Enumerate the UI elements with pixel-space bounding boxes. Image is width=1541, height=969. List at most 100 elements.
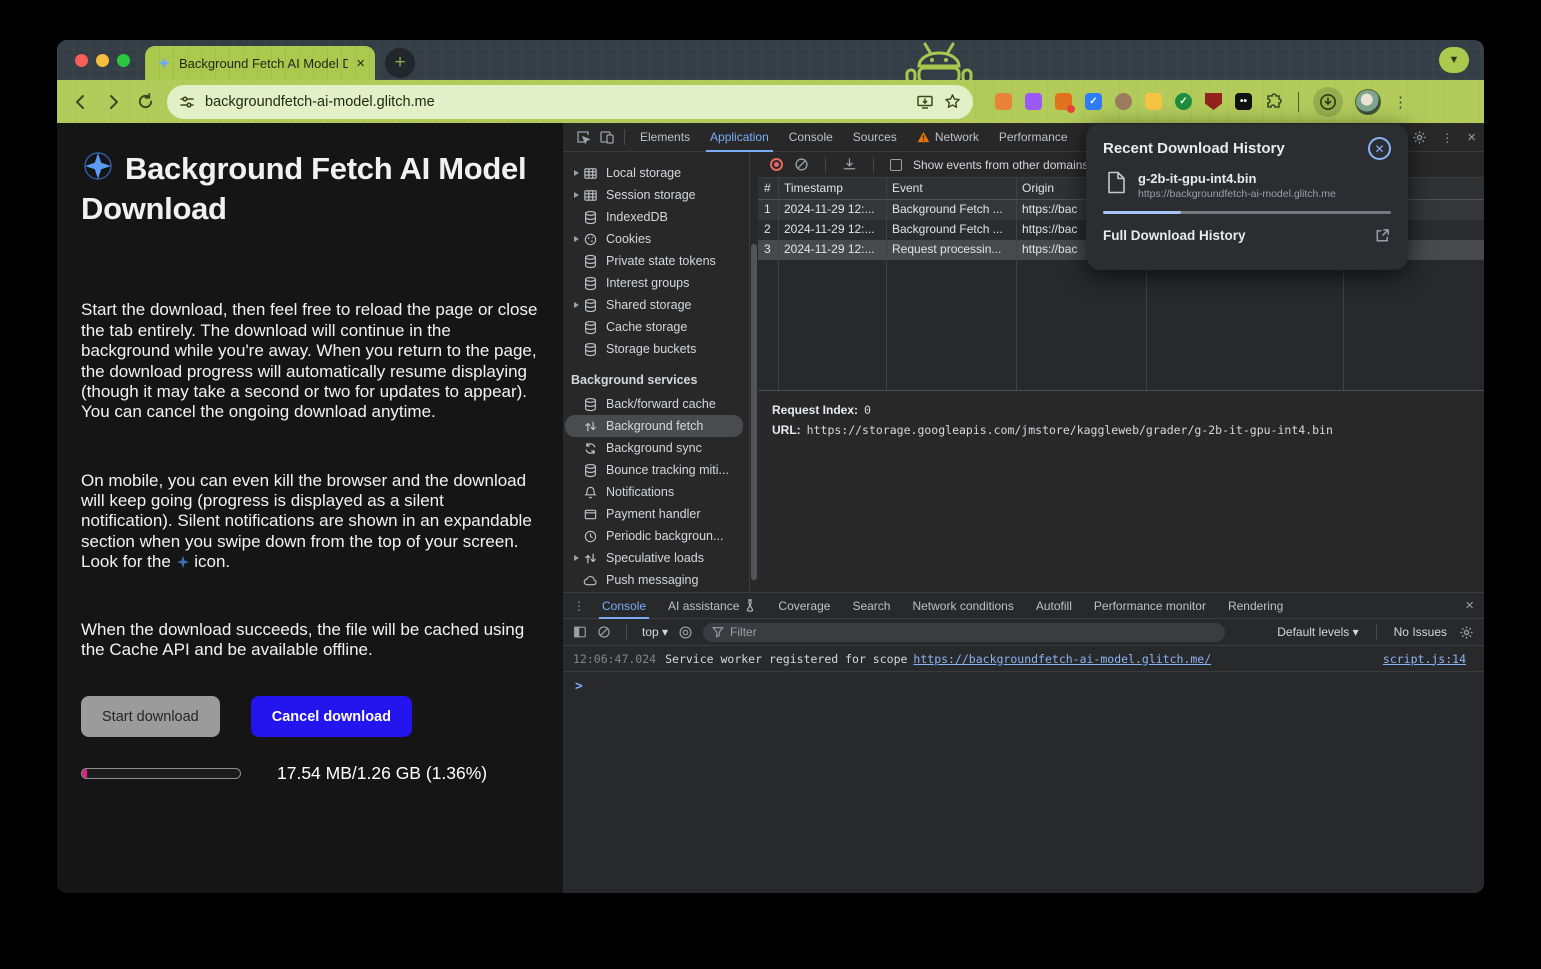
start-download-button[interactable]: Start download [81, 696, 220, 737]
sidebar-item-back-forward-cache[interactable]: Back/forward cache [565, 393, 743, 415]
drawer-tab-coverage[interactable]: Coverage [767, 593, 841, 619]
expander-triangle-icon[interactable] [569, 192, 583, 198]
extension-monkey-icon[interactable] [1115, 93, 1132, 110]
default-levels-dropdown[interactable]: Default levels ▾ [1277, 625, 1358, 639]
devtools-tab-sources[interactable]: Sources [843, 123, 907, 152]
minimize-window-button[interactable] [96, 54, 109, 67]
devtools-menu-icon[interactable]: ⋮ [1441, 131, 1453, 145]
profile-avatar[interactable] [1355, 89, 1381, 115]
cloud-icon [583, 572, 599, 588]
drawer-tab-network-conditions[interactable]: Network conditions [901, 593, 1024, 619]
devtools-tab-application[interactable]: Application [700, 123, 779, 152]
new-tab-button[interactable]: + [385, 48, 415, 78]
column-header-event[interactable]: Event [886, 178, 1016, 199]
sidebar-item-bounce-tracking-miti[interactable]: Bounce tracking miti... [565, 459, 743, 481]
sidebar-item-private-state-tokens[interactable]: Private state tokens [565, 250, 743, 272]
sidebar-item-background-sync[interactable]: Background sync [565, 437, 743, 459]
sidebar-item-shared-storage[interactable]: Shared storage [565, 294, 743, 316]
extension-construction-icon[interactable] [1145, 93, 1162, 110]
sidebar-item-speculative-loads[interactable]: Speculative loads [565, 547, 743, 569]
show-events-checkbox[interactable] [890, 159, 902, 171]
extension-orange-boxes-icon[interactable] [1055, 93, 1072, 110]
clear-console-icon[interactable] [597, 625, 611, 639]
drawer-close-icon[interactable]: × [1465, 598, 1474, 613]
console-filter-input[interactable]: Filter [703, 623, 1225, 642]
console-settings-gear-icon[interactable] [1459, 625, 1474, 640]
column-header-timestamp[interactable]: Timestamp [778, 178, 886, 199]
download-item[interactable]: g-2b-it-gpu-int4.bin https://backgroundf… [1103, 171, 1391, 200]
sidebar-item-payment-handler[interactable]: Payment handler [565, 503, 743, 525]
drawer-tab-search[interactable]: Search [841, 593, 901, 619]
live-expression-icon[interactable] [678, 625, 693, 640]
save-events-icon[interactable] [842, 157, 857, 172]
updown-icon [583, 550, 599, 566]
device-toolbar-icon[interactable] [595, 127, 619, 147]
reload-button[interactable] [135, 92, 155, 112]
full-download-history-link[interactable]: Full Download History [1103, 228, 1246, 243]
log-source-link[interactable]: script.js:14 [1383, 652, 1474, 666]
console-sidebar-toggle-icon[interactable] [573, 625, 587, 639]
column-header-[interactable]: # [758, 178, 778, 199]
inspect-element-icon[interactable] [571, 127, 595, 147]
site-settings-icon[interactable] [179, 94, 195, 110]
expander-triangle-icon[interactable] [569, 170, 583, 176]
forward-button[interactable] [103, 92, 123, 112]
expander-triangle-icon[interactable] [569, 302, 583, 308]
close-window-button[interactable] [75, 54, 88, 67]
extension-blue-check-icon[interactable]: ✓ [1085, 93, 1102, 110]
url-text[interactable]: backgroundfetch-ai-model.glitch.me [205, 94, 906, 110]
browser-menu-icon[interactable]: ⋮ [1393, 93, 1408, 111]
extension-dark-eyes-icon[interactable]: •• [1235, 93, 1252, 110]
external-link-icon[interactable] [1374, 227, 1391, 244]
browser-tab[interactable]: Background Fetch AI Model D × [145, 46, 375, 80]
drawer-tab-rendering[interactable]: Rendering [1217, 593, 1294, 619]
log-scope-link[interactable]: https://backgroundfetch-ai-model.glitch.… [913, 652, 1211, 666]
cancel-download-button[interactable]: Cancel download [251, 696, 412, 737]
sidebar-item-storage-buckets[interactable]: Storage buckets [565, 338, 743, 360]
devtools-tab-elements[interactable]: Elements [630, 123, 700, 152]
devtools-close-icon[interactable]: × [1467, 130, 1476, 145]
record-events-button[interactable] [770, 158, 783, 171]
clear-events-icon[interactable] [794, 157, 809, 172]
issues-counter[interactable]: No Issues [1394, 625, 1447, 639]
sidebar-item-notifications[interactable]: Notifications [565, 481, 743, 503]
extension-red-shield-icon[interactable] [1205, 93, 1222, 110]
sidebar-item-session-storage[interactable]: Session storage [565, 184, 743, 206]
tab-close-icon[interactable]: × [356, 56, 365, 71]
expander-triangle-icon[interactable] [569, 236, 583, 242]
drawer-tab-ai-assistance[interactable]: AI assistance [657, 593, 767, 619]
sidebar-item-cache-storage[interactable]: Cache storage [565, 316, 743, 338]
sidebar-item-push-messaging[interactable]: Push messaging [565, 569, 743, 591]
expander-triangle-icon[interactable] [569, 555, 583, 561]
drawer-tab-performance-monitor[interactable]: Performance monitor [1083, 593, 1217, 619]
sidebar-item-indexeddb[interactable]: IndexedDB [565, 206, 743, 228]
popup-close-icon[interactable]: ✕ [1368, 137, 1391, 160]
downloads-button[interactable] [1313, 87, 1343, 117]
sidebar-item-interest-groups[interactable]: Interest groups [565, 272, 743, 294]
sidebar-item-local-storage[interactable]: Local storage [565, 162, 743, 184]
context-selector[interactable]: top ▾ [642, 625, 668, 639]
maximize-window-button[interactable] [117, 54, 130, 67]
sidebar-item-cookies[interactable]: Cookies [565, 228, 743, 250]
sidebar-scrollbar[interactable] [751, 244, 757, 580]
extension-green-shield-check-icon[interactable]: ✓ [1175, 93, 1192, 110]
tab-search-chevron-button[interactable]: ▼ [1439, 47, 1469, 73]
devtools-settings-gear-icon[interactable] [1412, 130, 1427, 145]
extension-purple-layers-icon[interactable] [1025, 93, 1042, 110]
drawer-tab-console[interactable]: Console [591, 593, 657, 619]
devtools-tab-network[interactable]: Network [907, 123, 989, 152]
drawer-tab-autofill[interactable]: Autofill [1025, 593, 1083, 619]
extension-fox-icon[interactable] [995, 93, 1012, 110]
network-warning-icon [917, 131, 930, 143]
extensions-puzzle-icon[interactable] [1264, 92, 1284, 112]
address-bar[interactable]: backgroundfetch-ai-model.glitch.me [167, 85, 973, 119]
console-prompt-chevron[interactable]: > [563, 672, 1484, 694]
devtools-tab-console[interactable]: Console [779, 123, 843, 152]
devtools-tab-performance[interactable]: Performance [989, 123, 1078, 152]
sidebar-item-background-fetch[interactable]: Background fetch [565, 415, 743, 437]
back-button[interactable] [71, 92, 91, 112]
drawer-menu-icon[interactable]: ⋮ [567, 596, 591, 616]
send-to-device-icon[interactable] [916, 94, 934, 110]
sidebar-item-periodic-backgroun[interactable]: Periodic backgroun... [565, 525, 743, 547]
bookmark-star-icon[interactable] [944, 93, 961, 110]
